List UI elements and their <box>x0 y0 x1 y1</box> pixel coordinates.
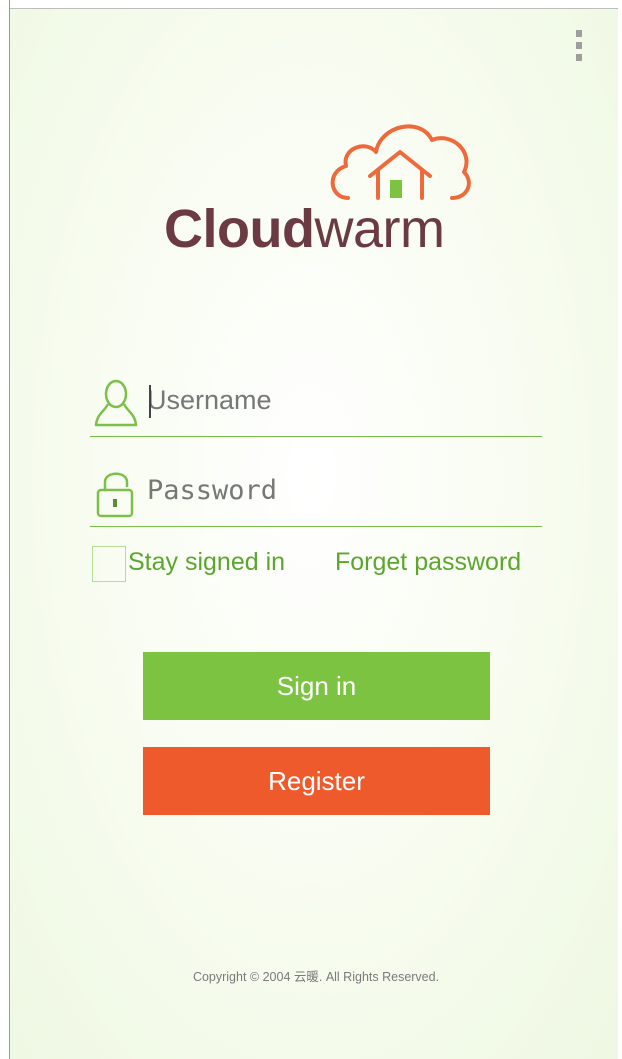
username-input[interactable] <box>147 372 537 428</box>
forget-password-link[interactable]: Forget password <box>335 548 521 577</box>
logo-text-bold: Cloud <box>164 199 315 259</box>
text-cursor <box>149 385 151 418</box>
window-left-border <box>0 0 10 1059</box>
register-button[interactable]: Register <box>143 747 490 815</box>
user-icon <box>94 379 138 427</box>
overflow-menu-icon[interactable] <box>568 30 590 70</box>
copyright-text: Copyright © 2004 云暖. All Rights Reserved… <box>192 970 440 984</box>
window-right-border <box>618 0 622 1059</box>
cloud-house-icon <box>330 124 471 200</box>
stay-signed-in-checkbox[interactable] <box>92 546 126 582</box>
app-logo-text: Cloudwarm <box>164 198 445 260</box>
logo-text-regular: warm <box>314 199 445 259</box>
username-field <box>90 364 542 437</box>
stay-signed-in-label[interactable]: Stay signed in <box>128 548 285 577</box>
password-field <box>90 454 542 527</box>
sign-in-button[interactable]: Sign in <box>143 652 490 720</box>
window-top-border <box>0 0 622 9</box>
lock-icon <box>96 472 134 518</box>
password-input[interactable] <box>147 462 537 518</box>
